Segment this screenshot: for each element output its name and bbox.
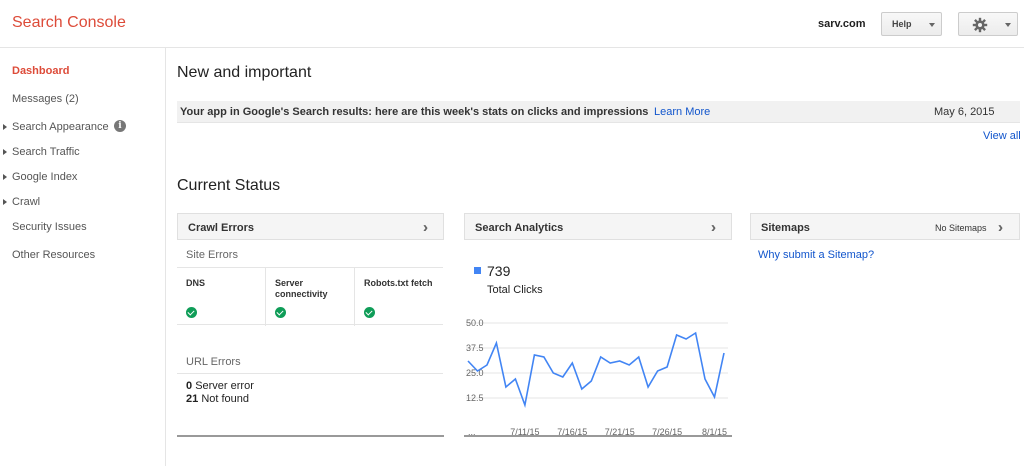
- sidebar-item-crawl[interactable]: Crawl: [12, 196, 40, 208]
- site-error-robots[interactable]: Robots.txt fetch: [354, 268, 443, 326]
- sidebar-item-search-appearance[interactable]: Search Appearance: [12, 121, 109, 133]
- crawl-errors-header[interactable]: Crawl Errors ››: [177, 213, 444, 240]
- search-analytics-header[interactable]: Search Analytics ››: [464, 213, 732, 240]
- site-errors-label: Site Errors: [186, 249, 238, 261]
- divider: [177, 373, 443, 374]
- help-button-label: Help: [892, 19, 912, 29]
- expand-arrow-icon[interactable]: [3, 124, 7, 130]
- search-analytics-card: Search Analytics ›› 739 Total Clicks 50.…: [464, 213, 732, 437]
- url-error-count: 0: [186, 380, 193, 392]
- legend-swatch: [474, 267, 481, 274]
- chevron-down-icon: [1005, 23, 1011, 27]
- search-analytics-chart[interactable]: 50.037.525.012.5... 7/11/15 7/16/15 7/21/15…: [464, 315, 732, 437]
- notice-date: May 6, 2015: [934, 106, 995, 118]
- chevron-down-icon: [929, 23, 935, 27]
- url-error-server[interactable]: 0 Server error: [186, 380, 254, 392]
- check-icon: [275, 307, 286, 318]
- top-header: Search Console sarv.com Help: [0, 0, 1024, 48]
- gear-icon: [972, 17, 988, 33]
- y-tick-label: 50.0: [466, 318, 484, 328]
- url-error-label: Not found: [201, 393, 250, 405]
- expand-arrow-icon[interactable]: [3, 149, 7, 155]
- help-button[interactable]: Help: [881, 12, 942, 36]
- expand-arrow-icon[interactable]: [3, 174, 7, 180]
- sidebar-item-messages[interactable]: Messages (2): [12, 93, 79, 105]
- view-all-link[interactable]: View all: [983, 130, 1021, 142]
- site-error-dns[interactable]: DNS: [177, 268, 265, 326]
- site-error-label-line: Server: [275, 278, 304, 288]
- site-error-label: Server connectivity: [275, 278, 328, 300]
- notice-text: Your app in Google's Search results: her…: [180, 106, 649, 118]
- learn-more-link[interactable]: Learn More: [654, 106, 710, 118]
- app-logo[interactable]: Search Console: [12, 14, 126, 32]
- search-analytics-title: Search Analytics: [475, 222, 564, 234]
- url-error-not-found[interactable]: 21 Not found: [186, 393, 249, 405]
- sitemaps-header[interactable]: Sitemaps No Sitemaps ››: [750, 213, 1020, 240]
- y-tick-label: 12.5: [466, 393, 484, 403]
- notice-bar: Your app in Google's Search results: her…: [177, 101, 1020, 123]
- crawl-errors-title: Crawl Errors: [188, 222, 255, 234]
- new-important-heading: New and important: [177, 64, 312, 81]
- site-errors-grid: DNS Server connectivity Robots.txt fetch: [177, 267, 443, 326]
- sitemaps-card: Sitemaps No Sitemaps ›› Why submit a Sit…: [750, 213, 1020, 437]
- site-selector[interactable]: sarv.com: [818, 18, 866, 30]
- check-icon: [364, 307, 375, 318]
- current-status-heading: Current Status: [177, 177, 281, 194]
- series-line-total-clicks: [467, 331, 725, 408]
- expand-arrow-icon[interactable]: [3, 199, 7, 205]
- url-error-count: 21: [186, 393, 199, 405]
- crawl-errors-card: Crawl Errors ›› Site Errors DNS Server c…: [177, 213, 444, 437]
- card-bottom-border: [177, 435, 444, 437]
- total-clicks-value: 739: [487, 263, 511, 279]
- site-error-label: DNS: [186, 278, 206, 288]
- sidebar: Dashboard Messages (2) Search Appearance…: [0, 48, 166, 466]
- site-error-server[interactable]: Server connectivity: [265, 268, 354, 326]
- total-clicks-label: Total Clicks: [487, 284, 543, 296]
- sidebar-item-search-traffic[interactable]: Search Traffic: [12, 146, 80, 158]
- info-icon[interactable]: i: [114, 120, 126, 132]
- settings-button[interactable]: [958, 12, 1018, 36]
- sidebar-item-other-resources[interactable]: Other Resources: [12, 249, 95, 261]
- site-error-label-line: connectivity: [275, 289, 328, 299]
- y-tick-label: 37.5: [466, 343, 484, 353]
- sidebar-item-dashboard[interactable]: Dashboard: [12, 65, 69, 77]
- site-error-label: Robots.txt fetch: [364, 278, 433, 288]
- url-error-label: Server error: [195, 380, 254, 392]
- check-icon: [186, 307, 197, 318]
- sitemaps-status: No Sitemaps: [935, 223, 987, 233]
- sidebar-item-security-issues[interactable]: Security Issues: [12, 221, 87, 233]
- sidebar-item-google-index[interactable]: Google Index: [12, 171, 77, 183]
- card-bottom-border: [464, 435, 732, 437]
- url-errors-label: URL Errors: [186, 356, 241, 368]
- sitemaps-title: Sitemaps: [761, 222, 810, 234]
- why-submit-sitemap-link[interactable]: Why submit a Sitemap?: [758, 249, 874, 261]
